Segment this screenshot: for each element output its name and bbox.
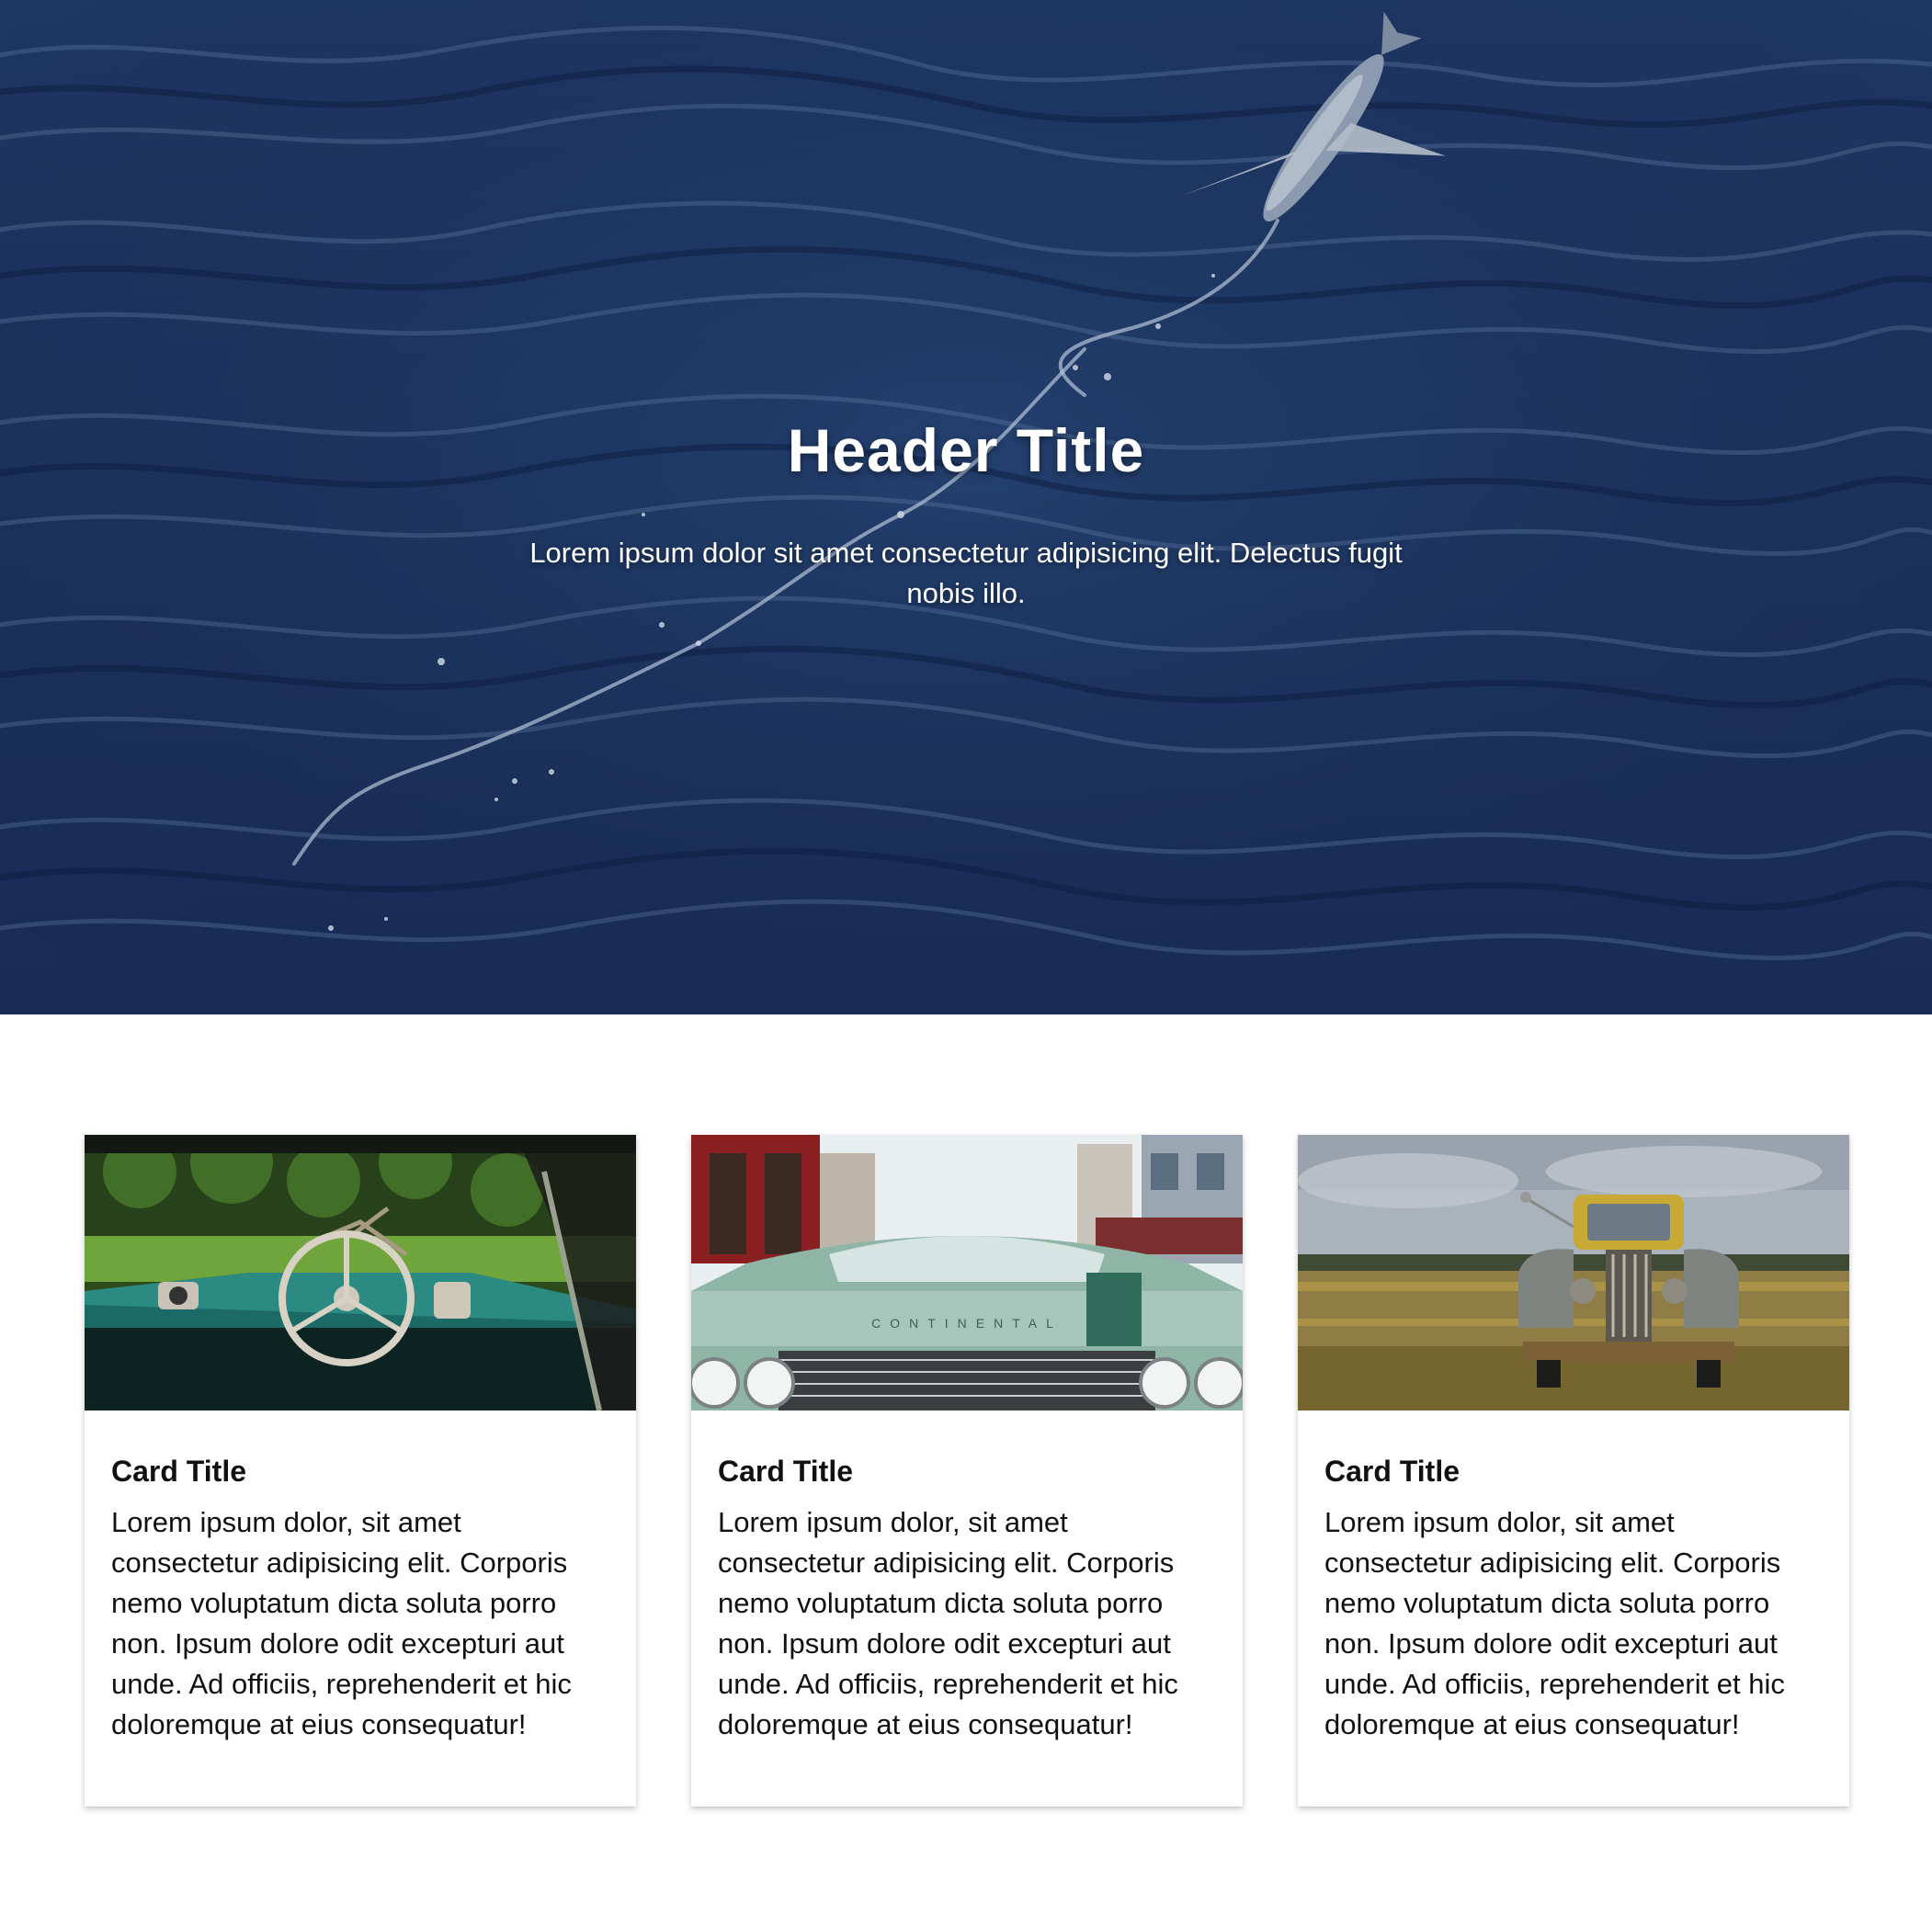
hero-title: Header Title [787,416,1145,484]
card-1-image [85,1135,636,1411]
card-title: Card Title [111,1455,246,1488]
grille-lettering: CONTINENTAL [871,1316,1063,1331]
hero-subtitle: Lorem ipsum dolor sit amet consectetur a… [529,537,1403,609]
card-2: CONTINENTAL Card Title Lorem ipsum dolor… [691,1135,1243,1807]
card-1: Card Title Lorem ipsum dolor, sit amet c… [85,1135,636,1807]
card-2-image: CONTINENTAL [691,1135,1243,1411]
cards-section: Card Title Lorem ipsum dolor, sit amet c… [0,1014,1932,1926]
card-text: Lorem ipsum dolor, sit amet consectetur … [718,1506,1178,1740]
car-interior-image [85,1135,636,1411]
card-3: Card Title Lorem ipsum dolor, sit amet c… [1298,1135,1849,1807]
card-3-body: Card Title Lorem ipsum dolor, sit amet c… [1324,1453,1828,1745]
hero-header: Header Title Lorem ipsum dolor sit amet … [0,0,1932,1014]
vintage-car-front-image: CONTINENTAL [691,1135,1243,1411]
card-title: Card Title [718,1455,853,1488]
card-title: Card Title [1324,1455,1460,1488]
hero-content: Header Title Lorem ipsum dolor sit amet … [0,0,1932,1014]
card-2-body: Card Title Lorem ipsum dolor, sit amet c… [718,1453,1222,1745]
rusty-truck-image [1298,1135,1849,1411]
card-text: Lorem ipsum dolor, sit amet consectetur … [111,1506,572,1740]
card-1-body: Card Title Lorem ipsum dolor, sit amet c… [111,1453,615,1745]
card-text: Lorem ipsum dolor, sit amet consectetur … [1324,1506,1785,1740]
card-3-image [1298,1135,1849,1411]
